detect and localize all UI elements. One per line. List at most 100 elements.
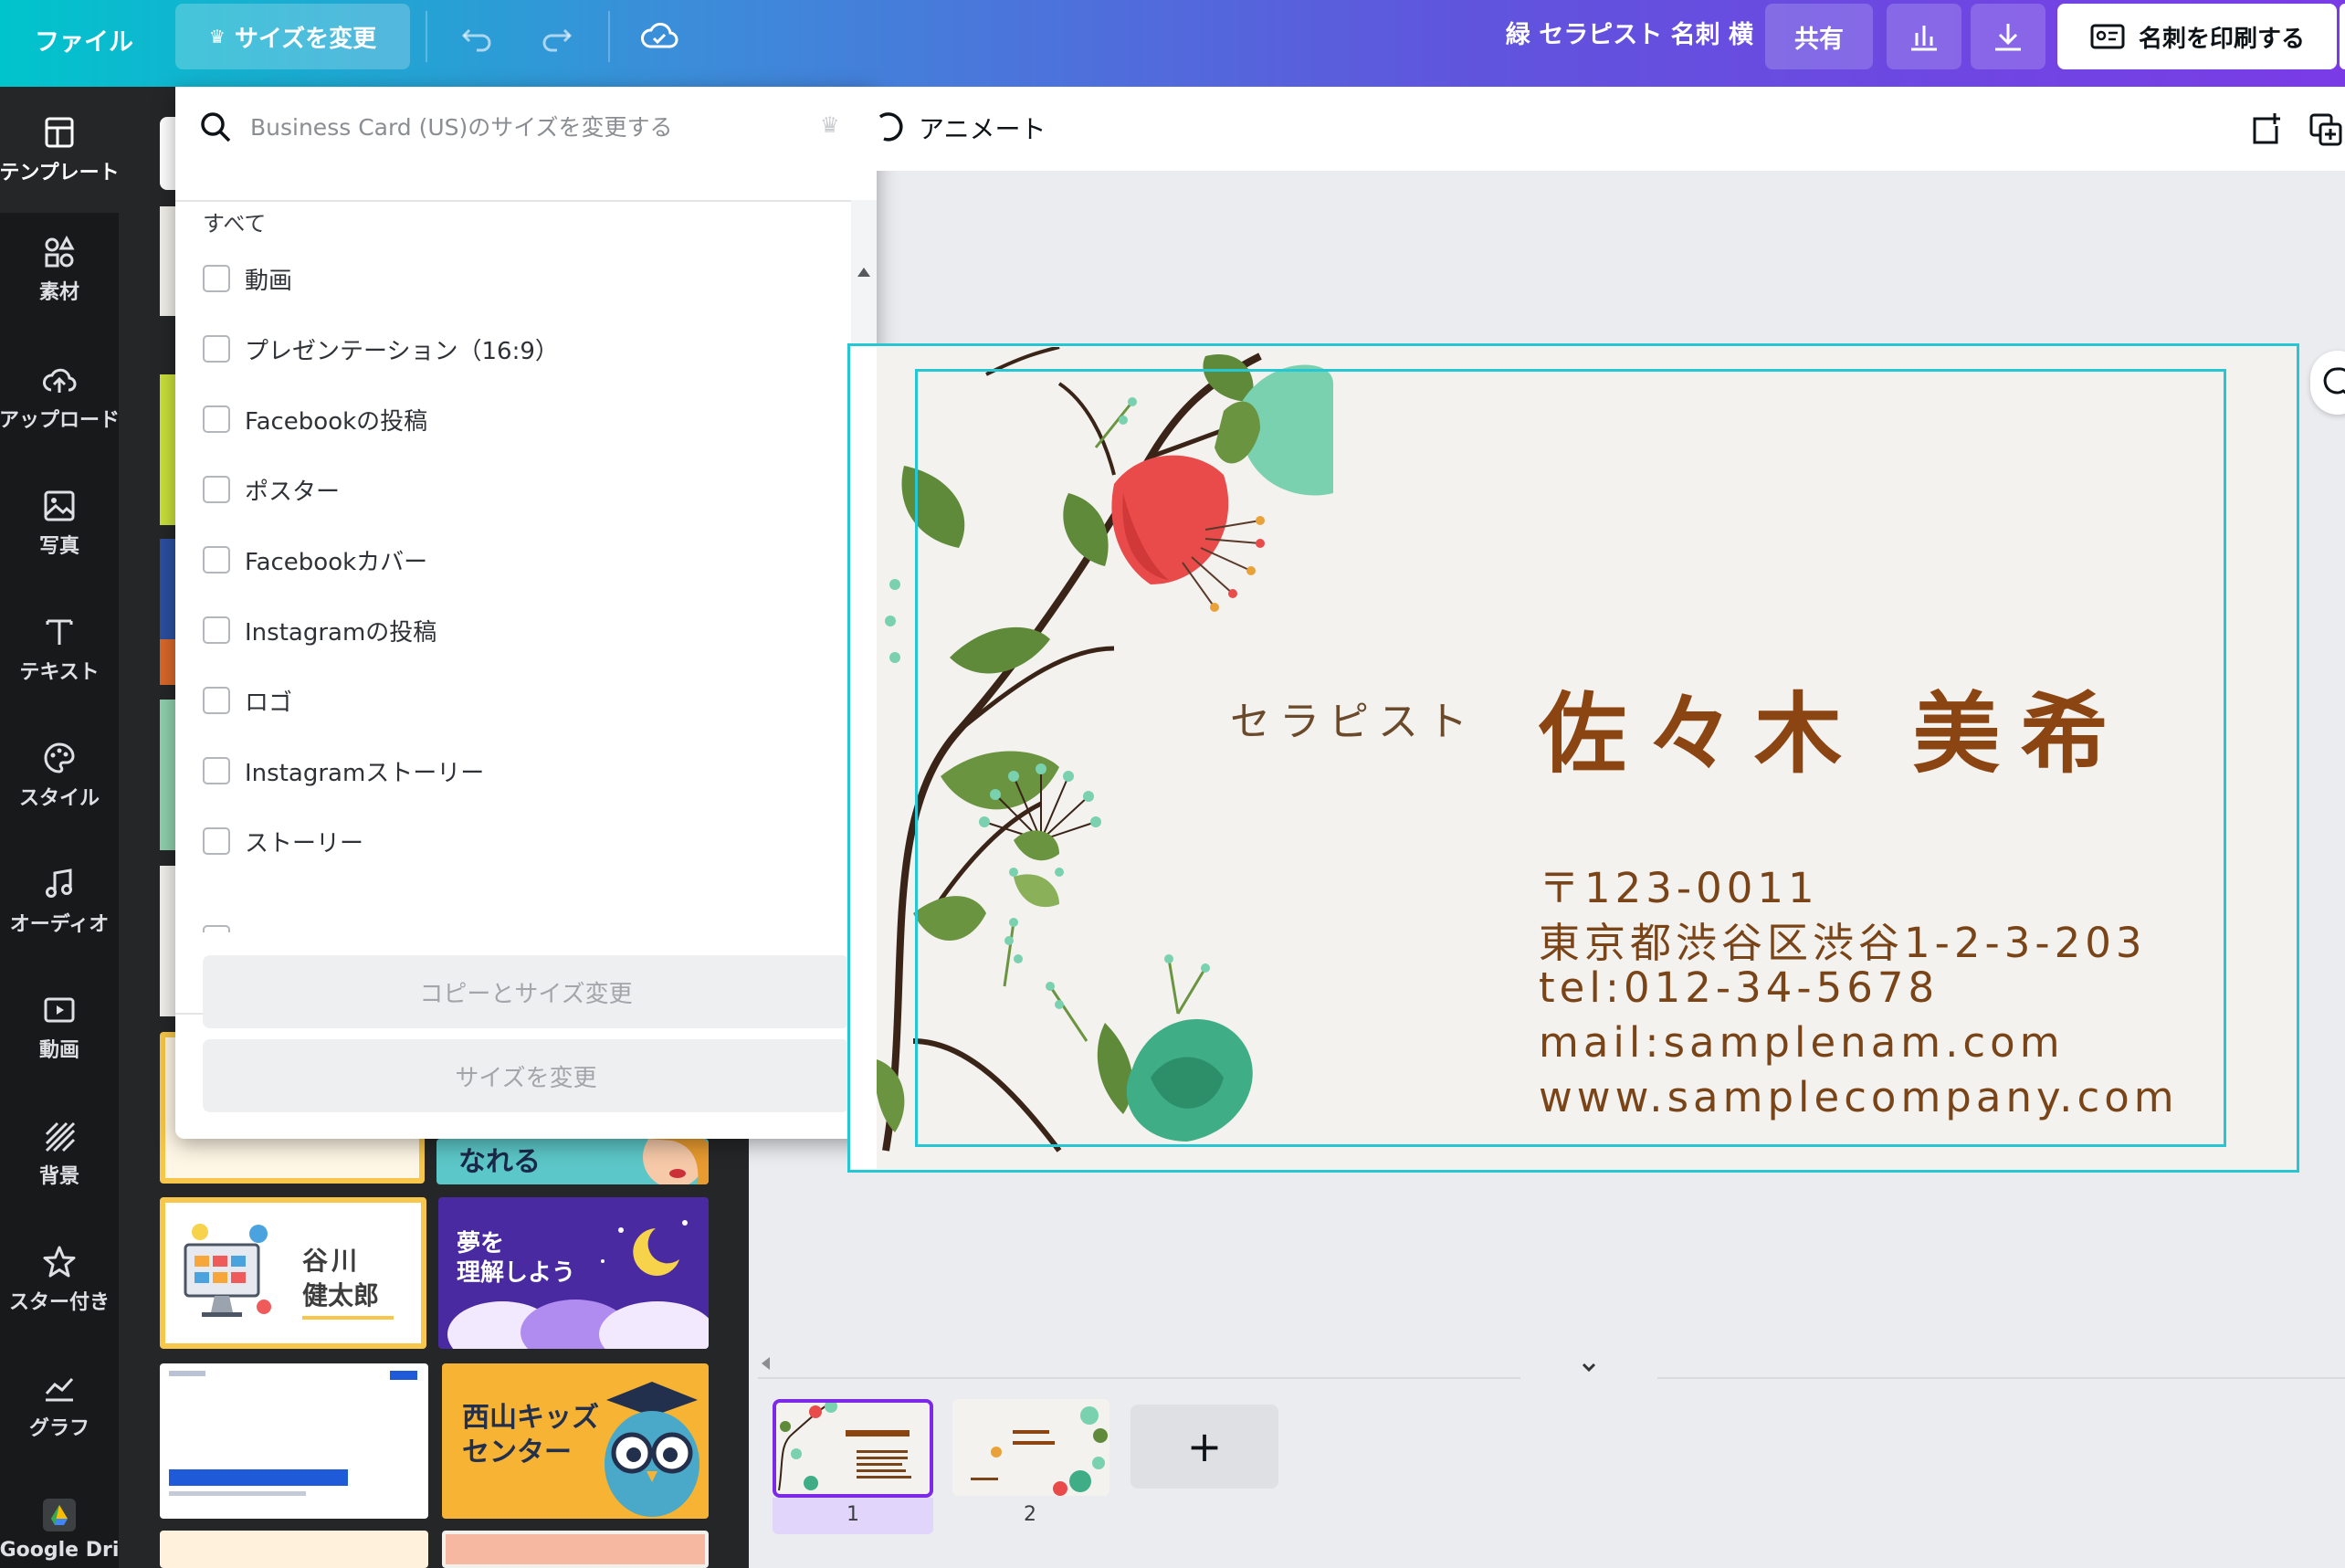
google-drive-icon [43, 1499, 76, 1531]
sidebar-item-elements[interactable]: 素材 [0, 215, 119, 324]
checkbox[interactable] [203, 265, 230, 292]
print-business-card-button[interactable]: 名刺を印刷する [2057, 4, 2337, 69]
scroll-up-arrow[interactable] [857, 268, 870, 277]
template-card-presentation[interactable] [160, 1363, 428, 1519]
option-instagram-post[interactable]: Instagramの投稿 [203, 603, 436, 658]
checkbox[interactable] [203, 476, 230, 503]
card-role[interactable]: セラピスト [1230, 689, 1477, 747]
owl-illustration [605, 1382, 699, 1517]
sidebar-item-label: グラフ [28, 1417, 89, 1440]
sidebar-item-video[interactable]: 動画 [0, 973, 119, 1082]
design-title[interactable]: 緑 セラピスト 名刺 横 [1406, 13, 1753, 58]
sidebar-item-label: テキスト [19, 661, 100, 684]
sidebar-item-styles[interactable]: スタイル [0, 721, 119, 830]
template-card[interactable] [442, 1531, 709, 1568]
share-button[interactable]: 共有 [1765, 4, 1873, 69]
page-thumbnail-2[interactable] [952, 1399, 1109, 1496]
option-label: Facebookの投稿 [245, 407, 428, 436]
page-number-2[interactable]: 2 [950, 1503, 1110, 1526]
sidebar-item-label: 動画 [38, 1039, 79, 1062]
option-instagram-story[interactable]: Instagramストーリー [203, 743, 484, 798]
option-logo[interactable]: ロゴ [203, 673, 292, 728]
template-text: 健太郎 [302, 1280, 380, 1310]
card-address[interactable]: 東京都渋谷区渋谷1-2-3-203 [1539, 910, 2147, 969]
template-card[interactable]: なれる [436, 1139, 709, 1184]
template-header-badge [390, 1371, 417, 1380]
redo-icon[interactable] [530, 13, 584, 58]
template-text: 谷川 [302, 1246, 362, 1276]
template-text: センター [462, 1436, 572, 1468]
sidebar-item-label: テンプレート [0, 162, 120, 184]
search-icon [201, 112, 231, 142]
option-presentation[interactable]: プレゼンテーション（16:9） [203, 321, 559, 376]
checkbox[interactable] [203, 616, 230, 644]
template-card-dream[interactable]: 夢を 理解しよう [438, 1197, 709, 1349]
decorative-line [302, 1316, 394, 1320]
sidebar-item-uploads[interactable]: アップロード [0, 342, 120, 452]
business-card-icon [2090, 24, 2125, 49]
sidebar-item-label: スタイル [18, 787, 100, 810]
scroll-left-arrow[interactable] [762, 1357, 770, 1370]
crown-icon: ♛ [820, 112, 840, 138]
background-icon [45, 1121, 76, 1152]
sidebar-item-text[interactable]: テキスト [0, 595, 119, 704]
elements-icon [45, 235, 75, 268]
card-email[interactable]: mail:samplenam.com [1539, 1018, 2065, 1067]
checkbox[interactable] [203, 405, 230, 433]
chevron-down-icon [1582, 1363, 1596, 1373]
template-card-tanigawa[interactable]: 谷川 健太郎 [160, 1197, 426, 1349]
option-story[interactable]: ストーリー [203, 814, 363, 868]
checkbox[interactable] [203, 335, 230, 363]
sidebar-item-charts[interactable]: グラフ [0, 1351, 119, 1460]
resize-dropdown: ♛ すべて 動画 プレゼンテーション（16:9） Facebookの投稿 ポスタ… [175, 87, 877, 1139]
cloud-saved-icon[interactable] [632, 13, 687, 58]
option-poster[interactable]: ポスター [203, 462, 340, 517]
undo-icon[interactable] [449, 13, 504, 58]
collapse-pages-button[interactable] [1520, 1355, 1657, 1381]
sidebar-item-starred[interactable]: スター付き [0, 1225, 119, 1334]
sidebar-item-audio[interactable]: オーディオ [0, 847, 119, 956]
sidebar-item-background[interactable]: 背景 [0, 1099, 119, 1208]
section-label-all: すべて [203, 211, 267, 237]
page-number-1[interactable]: 1 [773, 1503, 933, 1526]
comment-button[interactable] [2310, 351, 2345, 415]
template-title-bar [169, 1469, 348, 1486]
card-phone[interactable]: tel:012-34-5678 [1539, 963, 1939, 1012]
sidebar-item-google-drive[interactable]: Google Dri [0, 1479, 119, 1568]
template-card-nishiyama[interactable]: 西山キッズ センター [442, 1363, 709, 1519]
resize-button[interactable]: ♛ サイズを変更 [175, 4, 410, 69]
checkbox[interactable] [203, 546, 230, 574]
checkbox[interactable] [203, 687, 230, 714]
sidebar-item-label: Google Dri [0, 1539, 120, 1562]
card-website[interactable]: www.samplecompany.com [1539, 1073, 2179, 1121]
option-facebook-post[interactable]: Facebookの投稿 [203, 392, 427, 447]
sidebar-item-photos[interactable]: 写真 [0, 468, 119, 578]
computer-illustration [184, 1224, 271, 1317]
option-video[interactable]: 動画 [203, 251, 292, 306]
music-icon [46, 868, 72, 898]
animate-button[interactable]: アニメート [877, 105, 1046, 151]
card-name[interactable]: 佐々木 美希 [1539, 663, 2128, 790]
resize-search-input[interactable] [250, 105, 798, 149]
checkbox[interactable] [203, 827, 230, 855]
add-page-icon[interactable] [2245, 109, 2287, 151]
template-text: なれる [458, 1146, 541, 1178]
card-postal-code[interactable]: 〒123-0011 [1539, 855, 1819, 914]
more-button[interactable] [2340, 4, 2345, 69]
template-card[interactable] [160, 1531, 428, 1568]
add-page-button[interactable]: + [1130, 1405, 1278, 1489]
resize-search-bar: ♛ [175, 87, 877, 167]
option-facebook-cover[interactable]: Facebookカバー [203, 532, 427, 587]
star-icon [43, 1246, 76, 1278]
option-label: Instagramの投稿 [245, 618, 437, 647]
resize-submit-button[interactable]: サイズを変更 [203, 1039, 849, 1112]
sidebar-item-templates[interactable]: テンプレート [0, 87, 120, 213]
download-button[interactable] [1971, 4, 2045, 69]
checkbox[interactable] [203, 757, 230, 784]
video-icon [44, 997, 75, 1023]
download-icon [1995, 24, 2021, 51]
duplicate-page-icon[interactable] [2305, 109, 2345, 151]
copy-and-resize-button[interactable]: コピーとサイズ変更 [203, 955, 849, 1028]
insights-button[interactable] [1887, 4, 1961, 69]
file-menu-button[interactable]: ファイル [27, 18, 141, 68]
